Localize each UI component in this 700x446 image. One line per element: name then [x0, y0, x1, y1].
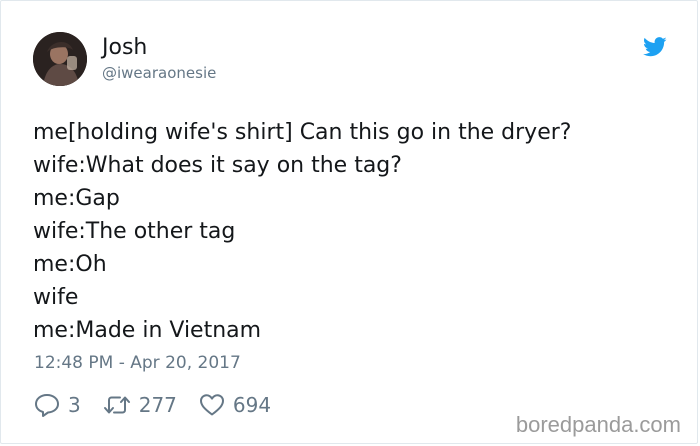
user-handle[interactable]: @iwearaonesie — [102, 64, 216, 82]
tweet-line: wife:The other tag — [33, 219, 236, 244]
retweet-count: 277 — [138, 393, 177, 417]
like-count: 694 — [232, 393, 272, 417]
tweet-line: me:Oh — [33, 252, 107, 277]
like-button[interactable]: 694 — [199, 393, 271, 417]
avatar[interactable] — [33, 32, 87, 86]
reply-count: 3 — [68, 393, 81, 417]
twitter-bird-icon[interactable] — [643, 37, 667, 57]
reply-icon — [35, 394, 59, 417]
heart-icon — [199, 394, 224, 416]
tweet-card: Josh @iwearaonesie me[holding wife's shi… — [0, 0, 698, 444]
tweet-actions: 3 277 694 — [34, 391, 293, 419]
reply-button[interactable]: 3 — [34, 393, 81, 417]
tweet-line: me:Made in Vietnam — [33, 318, 262, 343]
retweet-button[interactable]: 277 — [103, 393, 177, 417]
tweet-line: wife — [33, 285, 79, 310]
tweet-line: wife:What does it say on the tag? — [33, 153, 402, 178]
tweet-timestamp[interactable]: 12:48 PM - Apr 20, 2017 — [34, 352, 241, 374]
retweet-icon — [103, 396, 130, 414]
avatar-photo — [33, 32, 87, 86]
user-name[interactable]: Josh — [102, 35, 147, 61]
tweet-line: me:Gap — [33, 186, 120, 211]
watermark: boredpanda.com — [515, 412, 681, 437]
tweet-text: me[holding wife's shirt] Can this go in … — [33, 116, 673, 347]
tweet-line: me[holding wife's shirt] Can this go in … — [33, 120, 572, 145]
